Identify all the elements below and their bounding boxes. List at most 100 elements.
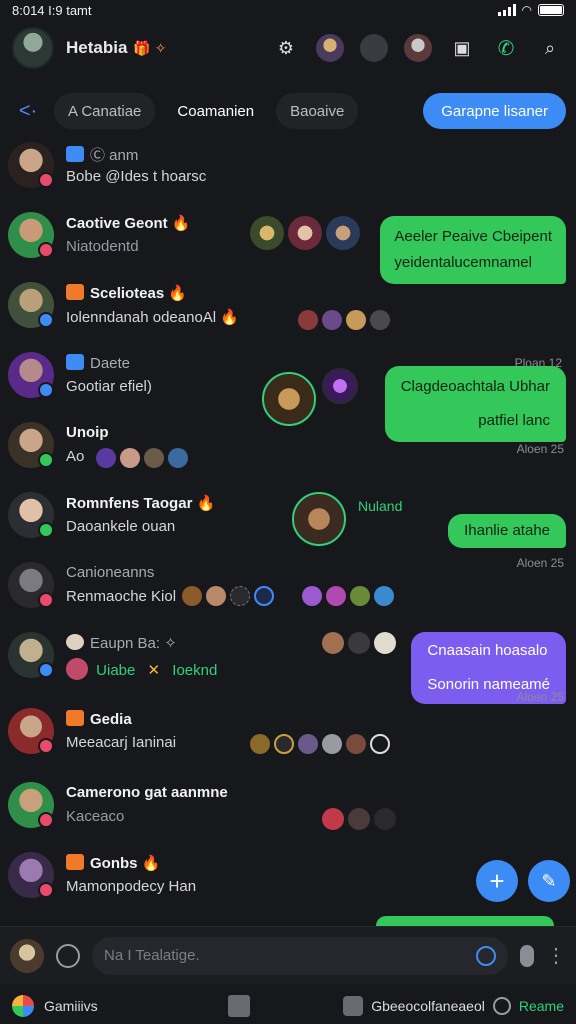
nav-games-label[interactable]: Gamiiivs <box>44 998 98 1014</box>
channel-icon <box>66 710 84 726</box>
gear-icon[interactable]: ⚙ <box>272 34 300 62</box>
battery-icon <box>538 4 564 16</box>
chat-name-text: Gonbs 🔥 <box>90 855 161 872</box>
status-badge <box>38 882 54 898</box>
header-actions: ⚙ ▣ ✆ ⌕ <box>272 34 564 62</box>
tab-coamanien[interactable]: Coamanien <box>163 93 269 129</box>
message-bubble-peek <box>376 916 554 926</box>
chat-name-text: Ⓒ anm <box>90 147 139 164</box>
chat-name-text: Daete <box>90 355 131 372</box>
chat-row[interactable]: Caotive Geont 🔥 Niatodentd Aeeler Peaive… <box>0 208 576 370</box>
character-avatar-icon[interactable] <box>404 34 432 62</box>
library-icon[interactable] <box>227 995 250 1017</box>
app-logo-icon[interactable] <box>12 995 34 1017</box>
participant-avatar <box>168 448 188 468</box>
chat-row[interactable]: Camerono gat aanmne Kaceaco <box>0 778 576 848</box>
participant-avatar <box>206 586 226 606</box>
ghost-icon[interactable] <box>360 34 388 62</box>
status-badge <box>38 662 54 678</box>
message-line: Clagdeoachtala Ubhar <box>400 378 550 395</box>
chat-row[interactable]: Canioneanns Renmaoche Kiol <box>0 558 576 628</box>
preview-text-b: Ioeknd <box>172 662 218 679</box>
preview-text-a: Uiabe <box>96 662 136 679</box>
phone-icon[interactable]: ✆ <box>492 34 520 62</box>
chat-preview: Mamonpodecy Han <box>66 878 197 895</box>
status-badge <box>38 812 54 828</box>
chat-name: Gedia <box>66 710 132 728</box>
chat-row[interactable]: Scelioteas 🔥 Iolenndanah odeanoAl 🔥 <box>0 278 576 348</box>
nav-right-label[interactable]: Gbeeocolfaneaeol <box>371 998 485 1014</box>
participant-avatar <box>298 734 318 754</box>
chat-row[interactable]: Romnfens Taogar 🔥 Daoankele ouan Nuland … <box>0 488 576 570</box>
chat-preview: Uiabe ✕ Ioeknd <box>66 658 217 680</box>
chat-row[interactable]: Unoip Ao Aloen 25 <box>0 418 576 488</box>
participant-avatar <box>348 632 370 654</box>
status-badge <box>38 522 54 538</box>
channel-icon <box>66 854 84 870</box>
more-icon[interactable]: ⋮ <box>546 943 566 968</box>
profile-avatar[interactable] <box>12 27 54 69</box>
message-bubble[interactable]: Aeeler Peaive Cbeipent yeidentalucemname… <box>380 216 566 284</box>
participant-avatar <box>374 586 394 606</box>
participant-avatars <box>322 808 396 830</box>
new-chat-button[interactable]: + <box>476 860 518 902</box>
chat-name: Scelioteas 🔥 <box>66 284 187 302</box>
participant-avatars <box>182 586 394 606</box>
chat-preview: Bobe @Ides t hoarsc <box>66 168 207 185</box>
chat-row[interactable]: Eaupn Ba: ✧ Uiabe ✕ Ioeknd Cnaasain hoas… <box>0 628 576 704</box>
chat-name: Eaupn Ba: ✧ <box>66 634 177 652</box>
nav-green-label[interactable]: Reame <box>519 998 564 1014</box>
participant-avatar <box>144 448 164 468</box>
participant-avatar <box>254 586 274 606</box>
tab-canatiae[interactable]: A Canatiae <box>54 93 156 129</box>
mic-icon[interactable] <box>520 944 534 967</box>
nav-right-group: Gbeeocolfaneaeol Reame <box>343 996 564 1016</box>
group-label: Nuland <box>358 498 403 514</box>
chat-preview: Renmaoche Kiol <box>66 588 177 605</box>
participant-avatar <box>346 734 366 754</box>
chat-name-text: Scelioteas 🔥 <box>90 285 188 302</box>
message-input[interactable]: Na I Tealatige. <box>92 936 508 975</box>
participant-avatar <box>322 632 344 654</box>
message-line: Aeeler Peaive Cbeipent <box>394 228 552 245</box>
chat-name: Daete <box>66 354 130 372</box>
participant-avatar <box>250 734 270 754</box>
status-bar: 8:014 I:9 tamt ◠ <box>0 0 576 20</box>
wifi-icon: ◠ <box>521 3 532 17</box>
search-icon[interactable]: ⌕ <box>536 34 564 62</box>
attachment-icon[interactable] <box>56 943 80 968</box>
tab-garapne-lisaner[interactable]: Garapne lisaner <box>423 93 566 129</box>
emoji-icon[interactable] <box>476 945 496 966</box>
participant-avatar <box>250 216 284 250</box>
message-line: yeidentalucemnamel <box>394 254 532 271</box>
chat-row[interactable]: Ⓒ anm Bobe @Ides t hoarsc <box>0 138 576 208</box>
back-icon[interactable]: <· <box>10 100 46 123</box>
compose-icon[interactable]: ✎ <box>528 860 570 902</box>
participant-avatar <box>350 586 370 606</box>
friend-avatar-icon[interactable] <box>316 34 344 62</box>
composer-avatar[interactable] <box>10 938 44 973</box>
channel-icon <box>66 634 84 650</box>
participant-avatar <box>322 310 342 330</box>
tab-bar: <· A Canatiae Coamanien Baoaive Garapne … <box>0 88 576 134</box>
chat-row[interactable]: Gedia Meeacarj Ianinai Aloen 25 <box>0 690 576 774</box>
signal-icon <box>497 4 516 16</box>
shield-icon[interactable] <box>343 996 364 1016</box>
chat-name: Ⓒ anm <box>66 144 138 165</box>
participant-avatar <box>302 586 322 606</box>
message-input-placeholder: Na I Tealatige. <box>104 947 200 964</box>
channel-icon <box>66 354 84 370</box>
tab-baoaive[interactable]: Baoaive <box>276 93 359 129</box>
reaction-icon <box>66 658 88 680</box>
channel-icon <box>66 284 84 300</box>
message-time: Aloen 25 <box>516 690 564 704</box>
app-header: Hetabia 🎁 ✧ ⚙ ▣ ✆ ⌕ <box>0 22 576 74</box>
participant-avatars <box>298 310 390 330</box>
chat-row[interactable]: Daete Gootiar efiel) Clagdeoachtala Ubha… <box>0 348 576 442</box>
participant-avatar <box>322 368 358 404</box>
participant-avatars <box>96 448 188 468</box>
inbox-icon[interactable]: ▣ <box>448 34 476 62</box>
status-icons: ◠ <box>497 3 564 17</box>
status-badge <box>38 242 54 258</box>
message-bubble[interactable]: Ihanlie atahe <box>448 514 566 548</box>
